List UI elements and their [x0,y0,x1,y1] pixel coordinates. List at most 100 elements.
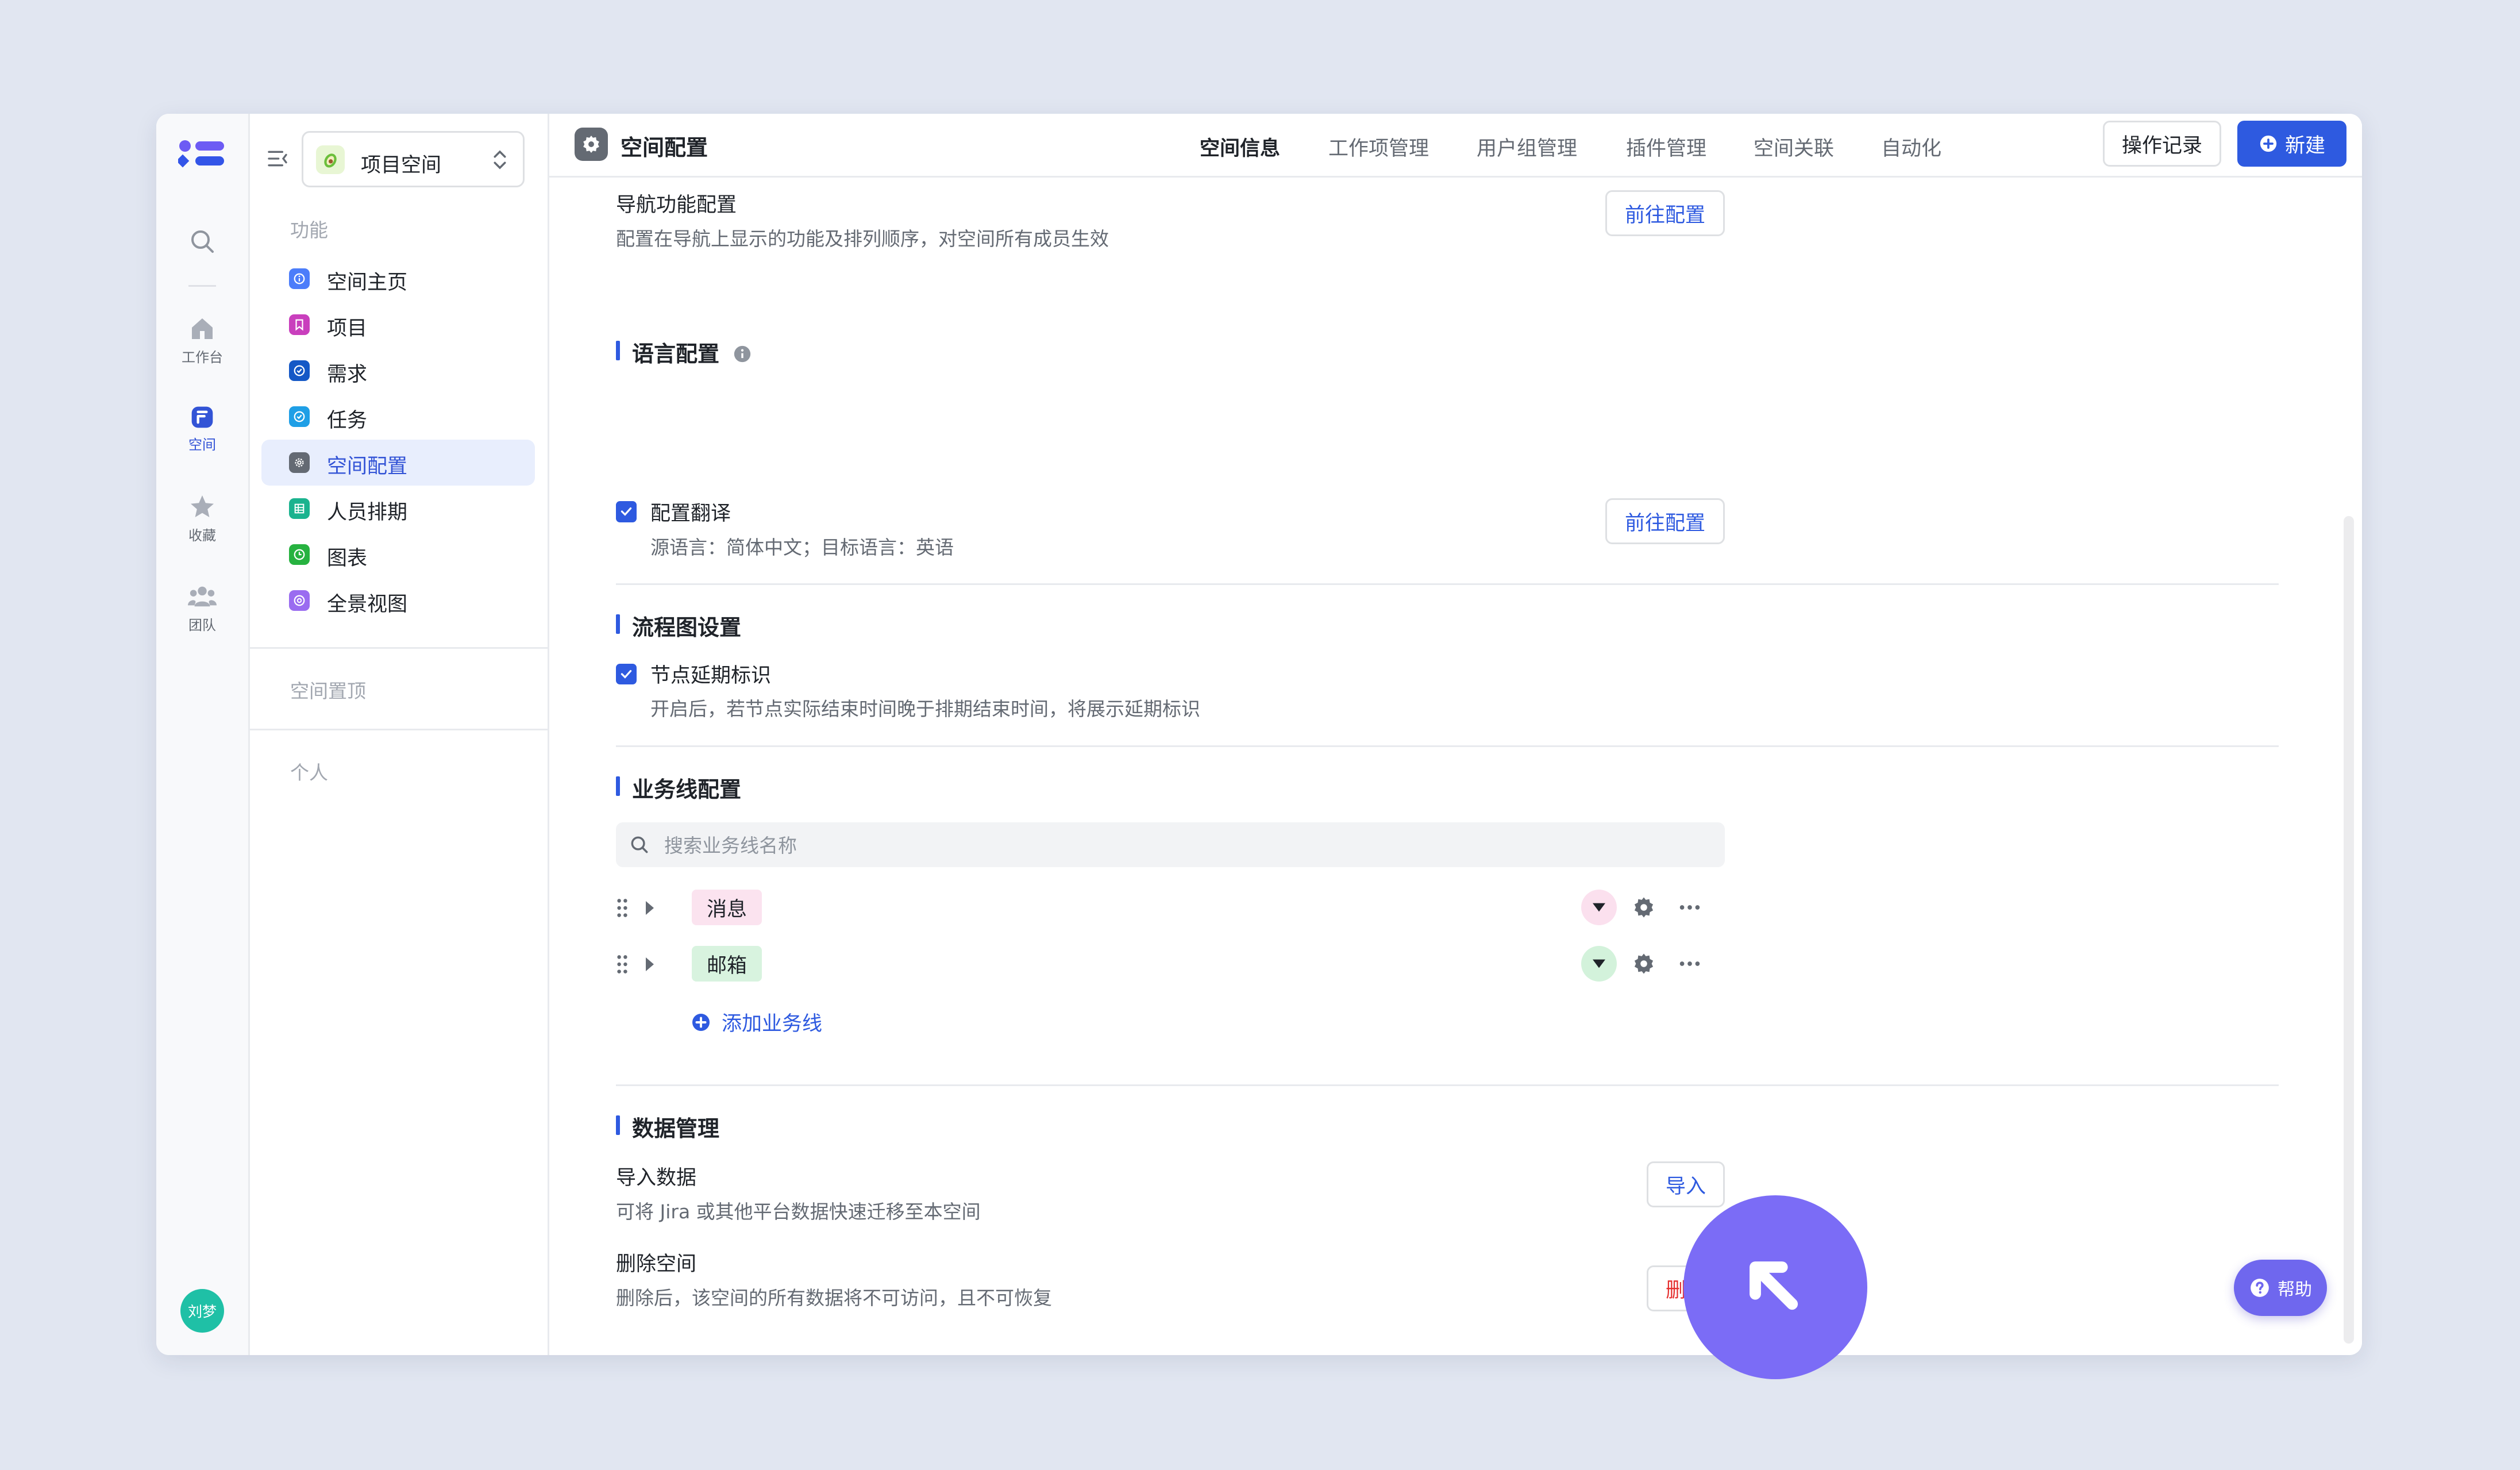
group-label-personal: 个人 [290,761,328,784]
sidebar-item-staff-schedule[interactable]: 人员排期 [261,486,535,532]
tab-space-association[interactable]: 空间关联 [1754,132,1834,161]
operation-record-button[interactable]: 操作记录 [2103,121,2221,167]
section-divider [616,745,2279,747]
language-goto-button[interactable]: 前往配置 [1605,498,1725,544]
flow-section-title: 流程图设置 [616,610,741,641]
panorama-icon [289,590,310,611]
cursor-arrow-icon [1750,1261,1798,1310]
sidebar-item-project[interactable]: 项目 [261,302,535,348]
drag-handle-icon[interactable] [616,954,629,975]
space-avatar-icon [316,145,345,174]
app-logo-icon[interactable] [178,138,226,177]
team-icon [188,586,217,607]
info-icon [289,268,310,289]
home-icon [192,318,213,339]
language-section-title: 语言配置 [616,336,752,368]
top-bar: 空间配置 空间信息 工作项管理 用户组管理 插件管理 空间关联 自动化 操作记录… [549,114,2362,178]
table-icon [289,498,310,519]
sidebar-divider [250,647,548,649]
delete-space-title: 删除空间 [616,1253,697,1276]
import-data-title: 导入数据 [616,1167,697,1190]
language-section-title-text: 语言配置 [632,341,720,367]
gear-icon[interactable] [1632,895,1656,919]
clock-chart-icon [289,544,310,565]
rail-search[interactable] [156,228,248,255]
sidebar-item-space-config[interactable]: 空间配置 [261,440,535,486]
business-line-row[interactable]: 消息 [616,885,1725,931]
drag-handle-icon[interactable] [616,898,629,918]
translation-label: 配置翻译 [650,502,731,525]
info-icon[interactable] [733,344,752,364]
caret-down-icon [1593,903,1605,912]
data-management-section-title: 数据管理 [616,1111,719,1142]
rail-item-space[interactable]: 空间 [156,405,248,453]
space-sidebar: 项目空间 功能 空间主页 项目 需求 任务 空间配置 人员排期 图表 全景视图 … [250,114,549,1355]
sidebar-item-space-home[interactable]: 空间主页 [261,256,535,302]
space-name: 项目空间 [361,154,442,177]
sidebar-item-label: 全景视图 [327,593,408,616]
sidebar-item-task[interactable]: 任务 [261,394,535,440]
scrollbar[interactable] [2344,516,2354,1344]
main-panel: 空间配置 空间信息 工作项管理 用户组管理 插件管理 空间关联 自动化 操作记录… [549,114,2362,1355]
help-icon [2251,1279,2269,1297]
tab-space-info[interactable]: 空间信息 [1200,132,1280,161]
collapse-sidebar-icon[interactable] [266,147,289,170]
more-icon[interactable] [1677,951,1703,977]
delay-mark-checkbox[interactable] [616,664,637,684]
business-line-search[interactable] [616,822,1725,868]
sidebar-item-label: 任务 [327,409,368,432]
caret-right-icon[interactable] [642,956,656,972]
user-avatar[interactable]: 刘梦 [180,1289,224,1333]
bookmark-icon [289,314,310,335]
caret-right-icon[interactable] [642,900,656,916]
group-label-pinned: 空间置顶 [290,680,366,702]
tab-plugin-management[interactable]: 插件管理 [1626,132,1706,161]
cursor-highlight [1683,1195,1867,1379]
nav-config-title: 导航功能配置 [616,194,737,217]
business-line-row[interactable]: 邮箱 [616,941,1725,987]
business-line-tag: 消息 [692,890,762,925]
sidebar-item-label: 图表 [327,547,368,570]
import-data-desc: 可将 Jira 或其他平台数据快速迁移至本空间 [616,1200,981,1223]
translation-desc: 源语言：简体中文；目标语言：英语 [650,536,954,559]
rail-item-team[interactable]: 团队 [156,583,248,634]
add-business-line-button[interactable]: 添加业务线 [691,1007,822,1037]
tab-user-group-management[interactable]: 用户组管理 [1477,132,1577,161]
rail-label: 收藏 [188,528,216,544]
section-divider [616,583,2279,585]
settings-gear-icon [575,128,608,161]
help-label: 帮助 [2278,1280,2312,1300]
group-label-feature: 功能 [290,219,328,241]
page-title: 空间配置 [621,135,708,160]
sidebar-item-requirement[interactable]: 需求 [261,348,535,394]
color-dropdown[interactable] [1581,890,1617,925]
tab-automation[interactable]: 自动化 [1881,132,1941,161]
sidebar-item-chart[interactable]: 图表 [261,532,535,578]
help-button[interactable]: 帮助 [2234,1260,2327,1316]
new-button[interactable]: 新建 [2237,121,2346,167]
import-button[interactable]: 导入 [1647,1161,1725,1207]
delay-mark-desc: 开启后，若节点实际结束时间晚于排期结束时间，将展示延期标识 [650,698,1200,720]
rail-item-favorites[interactable]: 收藏 [156,493,248,544]
business-line-search-input[interactable] [663,822,1700,868]
tab-work-item-management[interactable]: 工作项管理 [1328,132,1429,161]
sidebar-item-label: 空间主页 [327,271,408,294]
translation-checkbox[interactable] [616,501,637,522]
rail-divider [188,285,216,287]
app-window: 工作台 空间 收藏 团队 刘梦 项目空间 功能 空间主页 项目 需求 任务 空间… [156,114,2362,1355]
color-dropdown[interactable] [1581,946,1617,982]
search-icon [191,230,214,253]
space-switcher[interactable]: 项目空间 [302,131,525,187]
sidebar-item-label: 人员排期 [327,501,408,524]
nav-config-goto-button[interactable]: 前往配置 [1605,190,1725,236]
rail-item-workbench[interactable]: 工作台 [156,315,248,366]
star-icon [191,495,214,517]
chevron-updown-icon [494,150,506,170]
gear-icon[interactable] [1632,952,1656,976]
sidebar-item-panorama[interactable]: 全景视图 [261,578,535,624]
rail-label: 空间 [188,437,216,453]
check-icon [621,507,632,516]
more-icon[interactable] [1677,894,1703,921]
plus-circle-icon [692,1013,710,1031]
caret-down-icon [1593,959,1605,968]
